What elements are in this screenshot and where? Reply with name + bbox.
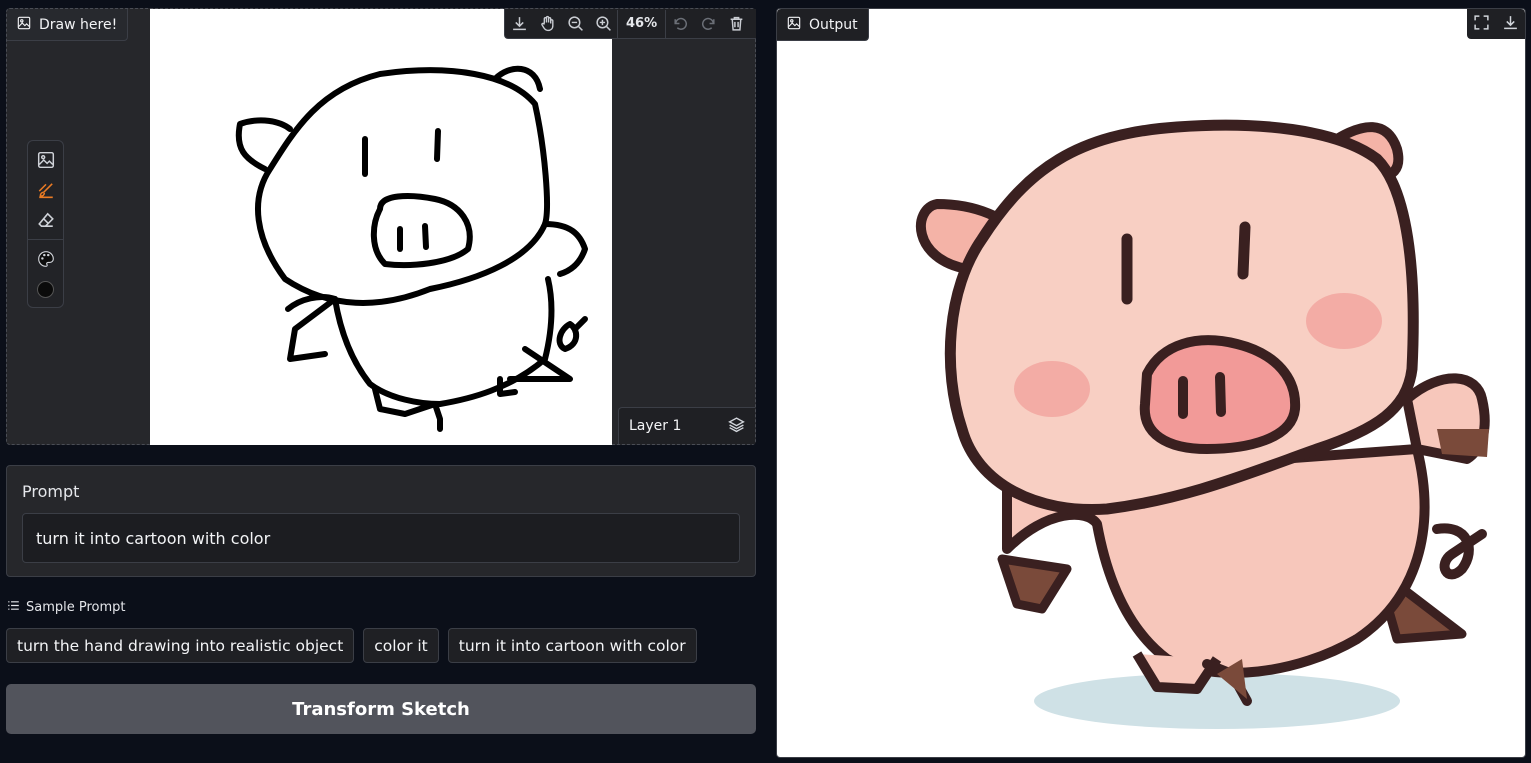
sample-prompt-cartoon[interactable]: turn it into cartoon with color: [447, 628, 697, 663]
transform-sketch-button[interactable]: Transform Sketch: [6, 684, 756, 734]
palette-icon[interactable]: [28, 244, 63, 274]
zoom-in-icon[interactable]: [589, 10, 617, 38]
output-image: [915, 119, 1490, 729]
sketch-panel-label: Draw here!: [7, 9, 129, 41]
prompt-input[interactable]: turn it into cartoon with color: [22, 513, 740, 563]
prompt-panel: Prompt turn it into cartoon with color: [6, 465, 756, 577]
image-icon: [17, 16, 31, 34]
layer-selector[interactable]: Layer 1: [618, 407, 755, 444]
sample-prompt-label: Sample Prompt: [26, 600, 126, 615]
sketch-panel: Draw here! 46% Layer 1: [6, 8, 756, 445]
zoom-level: 46%: [617, 9, 667, 38]
prompt-label: Prompt: [22, 482, 80, 501]
list-icon: [7, 599, 20, 616]
sample-prompt-color[interactable]: color it: [363, 628, 439, 663]
download-icon[interactable]: [505, 10, 533, 38]
layer-label: Layer 1: [629, 418, 682, 434]
layers-icon: [728, 416, 745, 437]
trash-icon[interactable]: [722, 10, 750, 38]
drawing-canvas[interactable]: [150, 9, 612, 445]
sample-prompt-realistic[interactable]: turn the hand drawing into realistic obj…: [6, 628, 355, 663]
output-panel-title: Output: [809, 16, 858, 33]
undo-icon[interactable]: [666, 10, 694, 38]
image-icon[interactable]: [28, 145, 63, 175]
output-toolbar: [1467, 9, 1525, 39]
toolbox-divider: [28, 239, 63, 240]
sample-prompt-header: Sample Prompt: [7, 599, 126, 616]
output-panel-label: Output: [777, 9, 869, 41]
drawing-toolbox: [27, 140, 64, 308]
download-icon[interactable]: [1502, 14, 1519, 35]
brush-size-icon[interactable]: [28, 274, 63, 304]
output-panel: Output: [776, 8, 1526, 758]
brush-color-swatch: [37, 280, 54, 298]
sketch-drawing: [235, 65, 588, 432]
pan-hand-icon[interactable]: [533, 10, 561, 38]
redo-icon[interactable]: [694, 10, 722, 38]
image-icon: [787, 16, 801, 34]
canvas-toolbar: 46%: [504, 9, 756, 39]
sample-prompt-list: turn the hand drawing into realistic obj…: [6, 628, 697, 663]
sketch-panel-title: Draw here!: [39, 16, 118, 33]
zoom-out-icon[interactable]: [561, 10, 589, 38]
brush-icon[interactable]: [28, 175, 63, 205]
fullscreen-icon[interactable]: [1473, 14, 1490, 35]
eraser-icon[interactable]: [28, 205, 63, 235]
